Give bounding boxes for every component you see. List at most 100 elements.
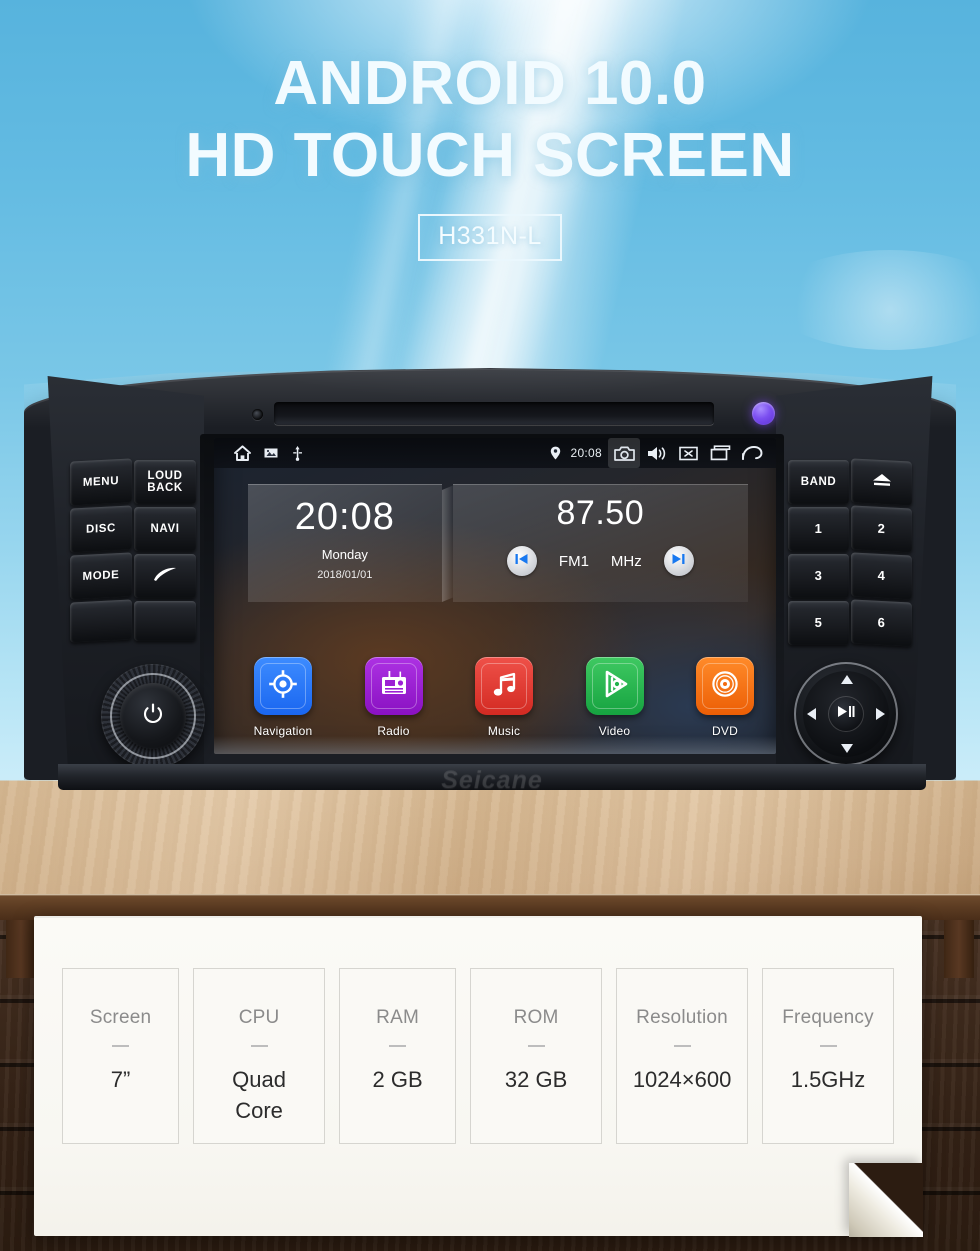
gallery-icon[interactable] bbox=[258, 438, 284, 468]
back-icon[interactable] bbox=[736, 438, 768, 468]
app-dvd[interactable]: DVD bbox=[686, 657, 764, 738]
page-title: ANDROID 10.0 HD TOUCH SCREEN bbox=[0, 48, 980, 192]
eject-button[interactable] bbox=[851, 458, 912, 506]
spec-frequency: Frequency 1.5GHz bbox=[762, 968, 894, 1144]
home-widgets: 20:08 Monday 2018/01/01 87.50 FM1 MHz bbox=[248, 484, 748, 604]
dpad-left-button[interactable] bbox=[807, 708, 816, 720]
car-stereo-unit: MENU LOUD BACK DISC NAVI MODE BAND 1 2 3… bbox=[24, 368, 956, 796]
band-button[interactable]: BAND bbox=[788, 460, 849, 504]
blank-button-1[interactable] bbox=[70, 599, 132, 643]
navigation-target-icon bbox=[268, 669, 298, 704]
right-button-pad: BAND 1 2 3 4 5 6 bbox=[788, 458, 912, 648]
hero-line-2: HD TOUCH SCREEN bbox=[185, 121, 795, 190]
camera-icon[interactable] bbox=[608, 438, 640, 468]
spec-cpu: CPU Quad Core bbox=[193, 968, 326, 1144]
navigation-tile[interactable] bbox=[254, 657, 312, 715]
location-pin-icon bbox=[542, 438, 568, 468]
spec-value: 2 GB bbox=[372, 1067, 423, 1092]
reset-hole-icon[interactable] bbox=[252, 409, 263, 420]
spec-key: Resolution bbox=[636, 1007, 728, 1028]
android-status-bar: 20:08 bbox=[214, 438, 776, 468]
clock-widget[interactable]: 20:08 Monday 2018/01/01 bbox=[248, 484, 442, 602]
left-button-pad: MENU LOUD BACK DISC NAVI MODE bbox=[70, 458, 196, 644]
dvd-disc-icon bbox=[710, 669, 740, 704]
radio-tile[interactable] bbox=[364, 657, 423, 715]
close-box-icon[interactable] bbox=[672, 438, 704, 468]
spec-key: ROM bbox=[513, 1007, 559, 1028]
phone-button[interactable] bbox=[134, 554, 196, 598]
unit-bottom-strip: Seicane bbox=[58, 764, 926, 794]
spec-screen: Screen 7” bbox=[62, 968, 180, 1144]
top-panel-row bbox=[202, 398, 782, 432]
spec-list: Screen 7” CPU Quad Core RAM 2 GB ROM 32 G… bbox=[34, 968, 922, 1144]
preset-1-button[interactable]: 1 bbox=[788, 507, 849, 551]
spec-value: 1024×600 bbox=[632, 1067, 732, 1092]
dpad-down-button[interactable] bbox=[841, 744, 853, 753]
navi-button[interactable]: NAVI bbox=[134, 507, 196, 551]
radio-next-button[interactable] bbox=[663, 546, 694, 576]
music-tile[interactable] bbox=[475, 657, 533, 715]
knob-face bbox=[120, 683, 186, 749]
power-icon bbox=[143, 703, 163, 730]
spec-divider bbox=[527, 1045, 545, 1047]
usb-icon[interactable] bbox=[284, 438, 310, 468]
video-tile[interactable] bbox=[585, 657, 644, 715]
spec-divider bbox=[112, 1045, 130, 1047]
spec-divider bbox=[819, 1045, 837, 1047]
dvd-tile[interactable] bbox=[696, 657, 754, 715]
preset-4-button[interactable]: 4 bbox=[851, 552, 912, 600]
loud-back-button[interactable]: LOUD BACK bbox=[134, 460, 196, 504]
hero-line-1: ANDROID 10.0 bbox=[273, 49, 707, 118]
spec-ram: RAM 2 GB bbox=[339, 968, 457, 1144]
screen-reflection bbox=[214, 736, 776, 754]
spec-key: Frequency bbox=[782, 1007, 874, 1028]
volume-power-knob[interactable] bbox=[101, 664, 205, 768]
promo-page: ANDROID 10.0 HD TOUCH SCREEN H331N-L MEN… bbox=[0, 0, 980, 1251]
radio-prev-button[interactable] bbox=[506, 546, 537, 576]
app-video[interactable]: Video bbox=[576, 657, 654, 738]
spec-key: Screen bbox=[89, 1007, 152, 1028]
radio-widget[interactable]: 87.50 FM1 MHz bbox=[452, 484, 748, 602]
power-led-indicator[interactable] bbox=[752, 402, 775, 425]
blank-button-2[interactable] bbox=[134, 601, 196, 641]
hero-heading-block: ANDROID 10.0 HD TOUCH SCREEN H331N-L bbox=[0, 48, 980, 261]
home-icon[interactable] bbox=[226, 438, 258, 468]
table-leg-left bbox=[6, 918, 36, 978]
brand-logo: Seicane bbox=[441, 766, 543, 794]
spec-rom: ROM 32 GB bbox=[470, 968, 603, 1144]
display-bezel: 20:08 20:08 Monday 2018/01/01 87.50 FM1 … bbox=[200, 434, 784, 760]
preset-6-button[interactable]: 6 bbox=[851, 599, 912, 647]
model-badge: H331N-L bbox=[418, 214, 562, 261]
touchscreen-display[interactable]: 20:08 20:08 Monday 2018/01/01 87.50 FM1 … bbox=[214, 438, 776, 754]
mode-button[interactable]: MODE bbox=[70, 552, 132, 600]
clock-widget-date: 2018/01/01 bbox=[317, 569, 373, 581]
menu-button[interactable]: MENU bbox=[70, 458, 132, 506]
preset-3-button[interactable]: 3 bbox=[788, 554, 849, 598]
app-music[interactable]: Music bbox=[465, 657, 543, 738]
disc-button[interactable]: DISC bbox=[70, 505, 132, 553]
preset-5-button[interactable]: 5 bbox=[788, 601, 849, 645]
spec-value: Quad Core bbox=[232, 1067, 286, 1123]
app-navigation[interactable]: Navigation bbox=[244, 657, 322, 738]
dpad-up-button[interactable] bbox=[841, 675, 853, 684]
recents-icon[interactable] bbox=[704, 438, 736, 468]
preset-2-button[interactable]: 2 bbox=[851, 505, 912, 553]
volume-icon[interactable] bbox=[640, 438, 672, 468]
dpad-right-button[interactable] bbox=[876, 708, 885, 720]
spec-sheet-card: Screen 7” CPU Quad Core RAM 2 GB ROM 32 G… bbox=[34, 916, 923, 1237]
status-clock: 20:08 bbox=[570, 446, 602, 460]
table-surface bbox=[0, 780, 980, 901]
spec-value: 7” bbox=[110, 1067, 131, 1092]
clock-widget-weekday: Monday bbox=[321, 547, 368, 562]
music-note-icon bbox=[490, 670, 518, 703]
radio-band-label: FM1 bbox=[558, 552, 589, 570]
spec-value: 32 GB bbox=[504, 1067, 568, 1092]
cd-slot[interactable] bbox=[274, 402, 714, 426]
clock-widget-time: 20:08 bbox=[294, 496, 395, 538]
play-pause-button[interactable] bbox=[828, 696, 864, 732]
app-radio[interactable]: Radio bbox=[355, 657, 433, 738]
spec-value: 1.5GHz bbox=[790, 1067, 866, 1092]
spec-resolution: Resolution 1024×600 bbox=[616, 968, 749, 1144]
dpad-control[interactable] bbox=[794, 662, 898, 766]
dpad-inner-ring bbox=[803, 671, 889, 757]
